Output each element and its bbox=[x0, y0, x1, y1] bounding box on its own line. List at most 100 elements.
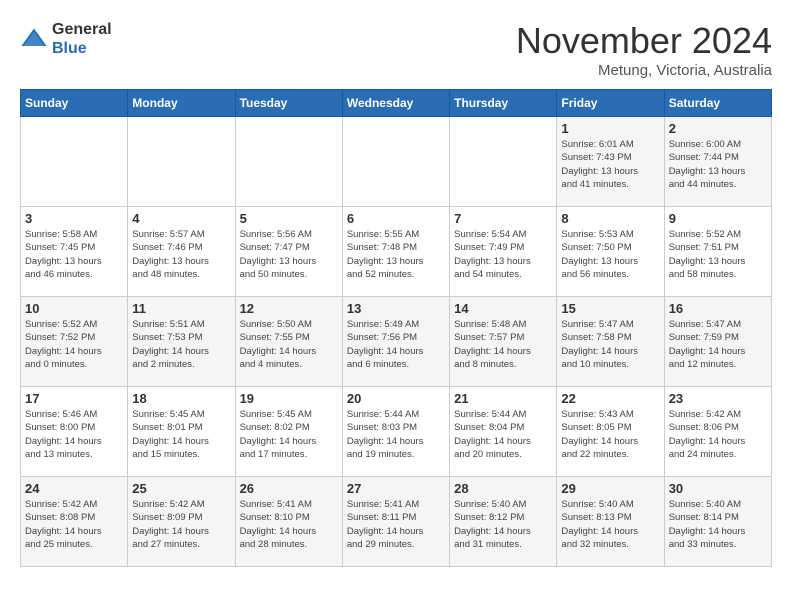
calendar-header: SundayMondayTuesdayWednesdayThursdayFrid… bbox=[21, 90, 772, 117]
calendar-cell: 2 Sunrise: 6:00 AM Sunset: 7:44 PM Daylig… bbox=[664, 117, 771, 207]
day-number: 15 bbox=[561, 301, 659, 316]
day-info: Sunrise: 5:52 AM Sunset: 7:52 PM Dayligh… bbox=[25, 318, 123, 371]
calendar-cell: 7 Sunrise: 5:54 AM Sunset: 7:49 PM Daylig… bbox=[450, 207, 557, 297]
calendar-cell bbox=[128, 117, 235, 207]
day-of-week-header: Tuesday bbox=[235, 90, 342, 117]
logo: General Blue bbox=[20, 20, 112, 58]
day-info: Sunrise: 5:56 AM Sunset: 7:47 PM Dayligh… bbox=[240, 228, 338, 281]
calendar-cell: 23Sunrise: 5:42 AM Sunset: 8:06 PM Dayli… bbox=[664, 387, 771, 477]
day-number: 6 bbox=[347, 211, 445, 226]
day-of-week-header: Wednesday bbox=[342, 90, 449, 117]
day-number: 14 bbox=[454, 301, 552, 316]
logo-icon bbox=[20, 25, 48, 53]
calendar-cell: 30 Sunrise: 5:40 AM Sunset: 8:14 PM Dayli… bbox=[664, 477, 771, 567]
calendar-cell bbox=[235, 117, 342, 207]
day-number: 4 bbox=[132, 211, 230, 226]
day-number: 16 bbox=[669, 301, 767, 316]
calendar-cell: 1Sunrise: 6:01 AM Sunset: 7:43 PM Daylig… bbox=[557, 117, 664, 207]
calendar-cell: 4 Sunrise: 5:57 AM Sunset: 7:46 PM Daylig… bbox=[128, 207, 235, 297]
day-info: Sunrise: 5:48 AM Sunset: 7:57 PM Dayligh… bbox=[454, 318, 552, 371]
logo-text: General Blue bbox=[52, 20, 112, 58]
day-number: 28 bbox=[454, 481, 552, 496]
day-info: Sunrise: 5:40 AM Sunset: 8:13 PM Dayligh… bbox=[561, 498, 659, 551]
day-number: 1 bbox=[561, 121, 659, 136]
day-number: 2 bbox=[669, 121, 767, 136]
day-info: Sunrise: 5:45 AM Sunset: 8:02 PM Dayligh… bbox=[240, 408, 338, 461]
day-of-week-header: Monday bbox=[128, 90, 235, 117]
day-number: 7 bbox=[454, 211, 552, 226]
day-info: Sunrise: 5:40 AM Sunset: 8:14 PM Dayligh… bbox=[669, 498, 767, 551]
calendar-body: 1Sunrise: 6:01 AM Sunset: 7:43 PM Daylig… bbox=[21, 117, 772, 567]
day-info: Sunrise: 5:42 AM Sunset: 8:09 PM Dayligh… bbox=[132, 498, 230, 551]
day-info: Sunrise: 5:40 AM Sunset: 8:12 PM Dayligh… bbox=[454, 498, 552, 551]
day-info: Sunrise: 5:43 AM Sunset: 8:05 PM Dayligh… bbox=[561, 408, 659, 461]
day-of-week-header: Sunday bbox=[21, 90, 128, 117]
title-block: November 2024 Metung, Victoria, Australi… bbox=[516, 20, 772, 79]
day-number: 30 bbox=[669, 481, 767, 496]
day-number: 24 bbox=[25, 481, 123, 496]
calendar-cell: 21 Sunrise: 5:44 AM Sunset: 8:04 PM Dayli… bbox=[450, 387, 557, 477]
day-number: 20 bbox=[347, 391, 445, 406]
day-info: Sunrise: 5:49 AM Sunset: 7:56 PM Dayligh… bbox=[347, 318, 445, 371]
day-info: Sunrise: 5:54 AM Sunset: 7:49 PM Dayligh… bbox=[454, 228, 552, 281]
day-number: 25 bbox=[132, 481, 230, 496]
calendar-cell: 20Sunrise: 5:44 AM Sunset: 8:03 PM Dayli… bbox=[342, 387, 449, 477]
day-info: Sunrise: 5:47 AM Sunset: 7:59 PM Dayligh… bbox=[669, 318, 767, 371]
page-header: General Blue November 2024 Metung, Victo… bbox=[20, 20, 772, 79]
calendar-week: 24Sunrise: 5:42 AM Sunset: 8:08 PM Dayli… bbox=[21, 477, 772, 567]
day-number: 18 bbox=[132, 391, 230, 406]
day-number: 22 bbox=[561, 391, 659, 406]
calendar-cell bbox=[342, 117, 449, 207]
calendar-table: SundayMondayTuesdayWednesdayThursdayFrid… bbox=[20, 89, 772, 567]
calendar-cell: 15Sunrise: 5:47 AM Sunset: 7:58 PM Dayli… bbox=[557, 297, 664, 387]
day-info: Sunrise: 5:41 AM Sunset: 8:11 PM Dayligh… bbox=[347, 498, 445, 551]
day-number: 13 bbox=[347, 301, 445, 316]
calendar-cell: 12 Sunrise: 5:50 AM Sunset: 7:55 PM Dayli… bbox=[235, 297, 342, 387]
day-info: Sunrise: 5:41 AM Sunset: 8:10 PM Dayligh… bbox=[240, 498, 338, 551]
day-info: Sunrise: 5:52 AM Sunset: 7:51 PM Dayligh… bbox=[669, 228, 767, 281]
calendar-week: 10Sunrise: 5:52 AM Sunset: 7:52 PM Dayli… bbox=[21, 297, 772, 387]
calendar-cell: 26Sunrise: 5:41 AM Sunset: 8:10 PM Dayli… bbox=[235, 477, 342, 567]
day-info: Sunrise: 5:55 AM Sunset: 7:48 PM Dayligh… bbox=[347, 228, 445, 281]
logo-blue: Blue bbox=[52, 39, 112, 58]
calendar-cell: 28 Sunrise: 5:40 AM Sunset: 8:12 PM Dayli… bbox=[450, 477, 557, 567]
day-of-week-header: Saturday bbox=[664, 90, 771, 117]
day-number: 12 bbox=[240, 301, 338, 316]
day-of-week-header: Thursday bbox=[450, 90, 557, 117]
day-number: 27 bbox=[347, 481, 445, 496]
calendar-cell: 3Sunrise: 5:58 AM Sunset: 7:45 PM Daylig… bbox=[21, 207, 128, 297]
calendar-cell: 5 Sunrise: 5:56 AM Sunset: 7:47 PM Daylig… bbox=[235, 207, 342, 297]
day-info: Sunrise: 5:57 AM Sunset: 7:46 PM Dayligh… bbox=[132, 228, 230, 281]
calendar-cell: 19 Sunrise: 5:45 AM Sunset: 8:02 PM Dayli… bbox=[235, 387, 342, 477]
calendar-cell: 16 Sunrise: 5:47 AM Sunset: 7:59 PM Dayli… bbox=[664, 297, 771, 387]
calendar-cell: 8 Sunrise: 5:53 AM Sunset: 7:50 PM Daylig… bbox=[557, 207, 664, 297]
day-info: Sunrise: 5:53 AM Sunset: 7:50 PM Dayligh… bbox=[561, 228, 659, 281]
day-info: Sunrise: 5:44 AM Sunset: 8:04 PM Dayligh… bbox=[454, 408, 552, 461]
calendar-cell: 22 Sunrise: 5:43 AM Sunset: 8:05 PM Dayli… bbox=[557, 387, 664, 477]
calendar-cell bbox=[21, 117, 128, 207]
day-number: 8 bbox=[561, 211, 659, 226]
day-info: Sunrise: 6:00 AM Sunset: 7:44 PM Dayligh… bbox=[669, 138, 767, 191]
calendar-cell: 9Sunrise: 5:52 AM Sunset: 7:51 PM Daylig… bbox=[664, 207, 771, 297]
calendar-cell: 25 Sunrise: 5:42 AM Sunset: 8:09 PM Dayli… bbox=[128, 477, 235, 567]
logo-general: General bbox=[52, 20, 112, 39]
day-info: Sunrise: 5:50 AM Sunset: 7:55 PM Dayligh… bbox=[240, 318, 338, 371]
calendar-cell: 11Sunrise: 5:51 AM Sunset: 7:53 PM Dayli… bbox=[128, 297, 235, 387]
calendar-cell: 24Sunrise: 5:42 AM Sunset: 8:08 PM Dayli… bbox=[21, 477, 128, 567]
day-info: Sunrise: 5:46 AM Sunset: 8:00 PM Dayligh… bbox=[25, 408, 123, 461]
calendar-week: 3Sunrise: 5:58 AM Sunset: 7:45 PM Daylig… bbox=[21, 207, 772, 297]
day-of-week-header: Friday bbox=[557, 90, 664, 117]
calendar-week: 1Sunrise: 6:01 AM Sunset: 7:43 PM Daylig… bbox=[21, 117, 772, 207]
location: Metung, Victoria, Australia bbox=[516, 62, 772, 79]
calendar-cell: 27 Sunrise: 5:41 AM Sunset: 8:11 PM Dayli… bbox=[342, 477, 449, 567]
calendar-cell: 10Sunrise: 5:52 AM Sunset: 7:52 PM Dayli… bbox=[21, 297, 128, 387]
day-info: Sunrise: 5:45 AM Sunset: 8:01 PM Dayligh… bbox=[132, 408, 230, 461]
day-number: 3 bbox=[25, 211, 123, 226]
day-number: 19 bbox=[240, 391, 338, 406]
calendar-cell: 17Sunrise: 5:46 AM Sunset: 8:00 PM Dayli… bbox=[21, 387, 128, 477]
day-number: 21 bbox=[454, 391, 552, 406]
day-number: 5 bbox=[240, 211, 338, 226]
day-number: 23 bbox=[669, 391, 767, 406]
calendar-week: 17Sunrise: 5:46 AM Sunset: 8:00 PM Dayli… bbox=[21, 387, 772, 477]
calendar-cell bbox=[450, 117, 557, 207]
